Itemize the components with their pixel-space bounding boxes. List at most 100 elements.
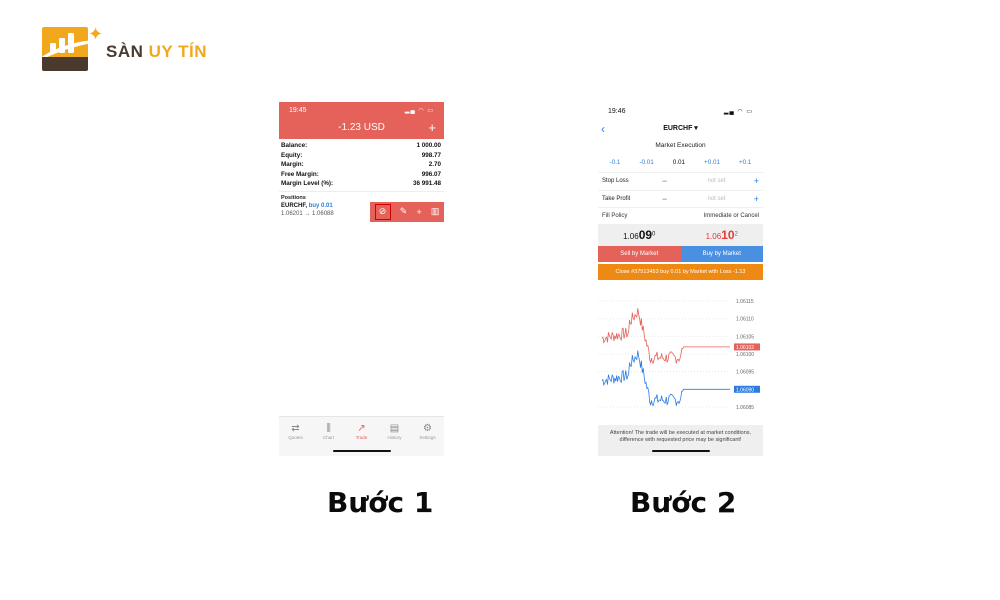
fill-policy-row[interactable]: Fill Policy Immediate or Cancel bbox=[598, 207, 763, 224]
step2-caption: Bước 2 bbox=[630, 486, 737, 519]
home-indicator bbox=[651, 450, 710, 452]
bid-big: 09 bbox=[638, 228, 653, 242]
volume-minus-small-button[interactable]: -0.01 bbox=[639, 154, 653, 172]
quote-prices: 1.06090 1.06102 bbox=[598, 224, 763, 246]
account-row: Free Margin: 996.07 bbox=[281, 170, 441, 180]
bid-line bbox=[601, 350, 730, 407]
account-value: 998.77 bbox=[421, 151, 441, 159]
profit-title: -1.23 USD bbox=[338, 122, 385, 133]
tick-chart-svg: 1.06115 1.06110 1.06105 1.06100 1.06095 1.060… bbox=[598, 299, 760, 411]
chart-icon: ⫼ bbox=[326, 423, 331, 434]
take-profit-input[interactable]: not set bbox=[684, 196, 749, 202]
logo-text: SÀN UY TÍN bbox=[106, 42, 207, 62]
step1-screenshot: 19:45 ▂▄ ◠ ▭ -1.23 USD + Balance: 1 000.0… bbox=[279, 102, 444, 456]
chart-bars-icon[interactable]: ▥ bbox=[431, 206, 440, 217]
add-order-button[interactable]: + bbox=[428, 121, 436, 134]
tab-history[interactable]: ▤ History bbox=[380, 423, 410, 440]
account-label: Margin Level (%): bbox=[281, 180, 334, 188]
stop-loss-plus-button[interactable]: + bbox=[749, 176, 759, 186]
order-nav-bar: ‹ EURCHF ▾ bbox=[598, 120, 763, 138]
bottom-tab-bar: ⇄ Quotes ⫼ Chart ↗ Trade ▤ History ⚙ Settings bbox=[279, 416, 444, 456]
symbol-selector[interactable]: EURCHF ▾ bbox=[663, 125, 698, 132]
trade-icon: ↗ bbox=[357, 423, 366, 434]
account-value: 996.07 bbox=[421, 170, 441, 178]
tab-label: Chart bbox=[322, 435, 334, 440]
trade-header: 19:45 ▂▄ ◠ ▭ -1.23 USD + bbox=[279, 102, 444, 139]
tab-chart[interactable]: ⫼ Chart bbox=[314, 423, 344, 440]
quotes-icon: ⇄ bbox=[291, 423, 300, 434]
ask-big: 10 bbox=[721, 228, 735, 242]
stop-loss-minus-button[interactable]: − bbox=[662, 176, 684, 186]
account-label: Free Margin: bbox=[281, 170, 319, 178]
take-profit-row: Take Profit − not set + bbox=[598, 189, 763, 208]
execution-type[interactable]: Market Execution bbox=[598, 138, 763, 154]
bid-price: 1.06090 bbox=[598, 228, 681, 242]
close-position-button[interactable]: Close #37513453 buy 0.01 by Market with … bbox=[598, 264, 763, 280]
home-indicator bbox=[332, 450, 391, 452]
volume-plus-small-button[interactable]: +0.01 bbox=[704, 154, 720, 172]
axis-tick-label: 1.06095 bbox=[736, 370, 754, 376]
current-price: 1.06088 bbox=[312, 210, 334, 217]
sparkle-icon: ✦ bbox=[88, 24, 104, 44]
attention-notice: Attention! The trade will be executed at… bbox=[598, 425, 763, 456]
add-plus-icon[interactable]: + bbox=[416, 207, 421, 217]
step2-screenshot: 19:46 ▂▄ ◠ ▭ ‹ EURCHF ▾ Market Execution… bbox=[598, 102, 763, 456]
account-value: 1 000.00 bbox=[416, 142, 441, 149]
account-summary: Balance: 1 000.00 Equity: 998.77 Margin: 2.… bbox=[279, 139, 444, 189]
volume-minus-big-button[interactable]: -0.1 bbox=[610, 154, 621, 172]
history-icon: ▤ bbox=[389, 423, 400, 434]
tab-label: Quotes bbox=[288, 435, 303, 440]
fill-policy-label: Fill Policy bbox=[602, 213, 628, 219]
ask-sup: 2 bbox=[734, 231, 738, 238]
stop-loss-input[interactable]: not set bbox=[684, 178, 749, 184]
settings-icon: ⚙ bbox=[423, 423, 432, 434]
positions-header: Positions bbox=[279, 190, 444, 202]
axis-tick-label: 1.06115 bbox=[736, 299, 754, 305]
stop-loss-row: Stop Loss − not set + bbox=[598, 172, 763, 190]
volume-stepper: -0.1 -0.01 0.01 +0.01 +0.1 bbox=[598, 154, 763, 172]
tab-quotes[interactable]: ⇄ Quotes bbox=[281, 423, 311, 440]
ask-price-tag: 1.06102 bbox=[736, 345, 754, 351]
logo-text-2: UY TÍN bbox=[148, 42, 208, 61]
signal-wifi-battery-icon: ▂▄ ◠ ▭ bbox=[404, 107, 434, 114]
fill-policy-value: Immediate or Cancel bbox=[703, 213, 759, 219]
tab-label: Settings bbox=[419, 435, 436, 440]
close-position-icon[interactable]: ⊘ bbox=[374, 203, 391, 220]
status-bar: 19:45 ▂▄ ◠ ▭ bbox=[279, 102, 444, 118]
position-row[interactable]: EURCHF, buy 0.01 1.06201 → 1.06088 ⊘ ✎ +… bbox=[279, 201, 444, 222]
back-chevron-icon[interactable]: ‹ bbox=[601, 120, 605, 138]
sell-by-market-button[interactable]: Sell by Market bbox=[598, 246, 681, 262]
tab-settings[interactable]: ⚙ Settings bbox=[413, 423, 443, 440]
signal-wifi-battery-icon: ▂▄ ◠ ▭ bbox=[723, 108, 753, 115]
account-row: Balance: 1 000.00 bbox=[281, 141, 441, 151]
volume-plus-big-button[interactable]: +0.1 bbox=[739, 154, 751, 172]
take-profit-plus-button[interactable]: + bbox=[749, 194, 759, 204]
sl-tp-section: Stop Loss − not set + Take Profit − not … bbox=[598, 172, 763, 207]
tab-label: History bbox=[387, 435, 402, 440]
bid-price-tag: 1.06090 bbox=[736, 387, 754, 393]
account-label: Equity: bbox=[281, 151, 303, 159]
arrow-icon: → bbox=[304, 210, 311, 217]
brand-logo: ✦ SÀN UY TÍN bbox=[42, 24, 212, 74]
account-row: Margin: 2.70 bbox=[281, 160, 441, 170]
take-profit-label: Take Profit bbox=[602, 195, 631, 202]
account-value: 36 991.48 bbox=[412, 180, 441, 188]
take-profit-minus-button[interactable]: − bbox=[662, 194, 684, 204]
ask-price: 1.06102 bbox=[681, 228, 764, 242]
position-side: buy 0.01 bbox=[308, 202, 333, 209]
volume-input[interactable]: 0.01 bbox=[673, 154, 685, 172]
tab-trade[interactable]: ↗ Trade bbox=[347, 423, 377, 440]
tab-label: Trade bbox=[355, 435, 368, 440]
account-row: Equity: 998.77 bbox=[281, 151, 441, 161]
buy-by-market-button[interactable]: Buy by Market bbox=[680, 246, 763, 262]
account-row: Margin Level (%): 36 991.48 bbox=[281, 179, 441, 189]
status-time: 19:45 bbox=[289, 106, 307, 114]
bid-sup: 0 bbox=[652, 231, 656, 238]
edit-pencil-icon[interactable]: ✎ bbox=[400, 206, 408, 217]
position-actions: ⊘ ✎ + ▥ bbox=[370, 201, 444, 222]
account-label: Margin: bbox=[281, 161, 304, 169]
bid-prefix: 1.06 bbox=[623, 232, 639, 241]
stop-loss-label: Stop Loss bbox=[602, 178, 629, 185]
position-symbol: EURCHF, bbox=[281, 202, 308, 209]
account-value: 2.70 bbox=[428, 161, 441, 169]
